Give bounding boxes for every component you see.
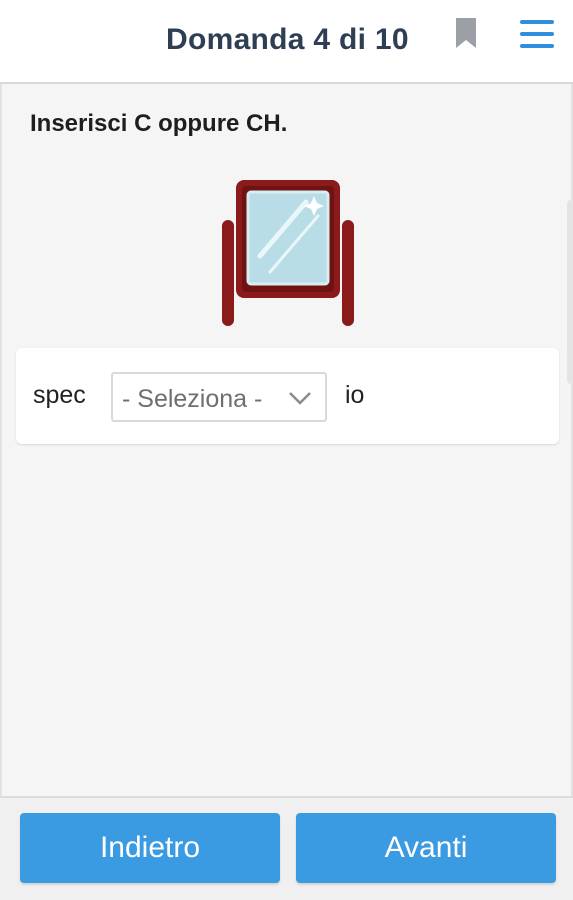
back-button[interactable]: Indietro [20,813,280,883]
chevron-down-icon [289,392,311,405]
word-prefix: spec [33,381,86,409]
next-button[interactable]: Avanti [296,813,556,883]
letter-select[interactable]: - Seleziona - [111,372,327,422]
top-bar: Domanda 4 di 10 [0,0,573,84]
page-title: Domanda 4 di 10 [166,23,409,56]
side-scroll-tab[interactable] [567,200,573,384]
hamburger-menu-icon[interactable] [518,16,556,52]
mirror-icon [222,180,354,326]
select-placeholder: - Seleziona - [122,385,263,413]
word-suffix: io [345,381,365,409]
bookmark-icon[interactable] [456,18,476,48]
question-instruction: Inserisci C oppure CH. [30,110,288,137]
